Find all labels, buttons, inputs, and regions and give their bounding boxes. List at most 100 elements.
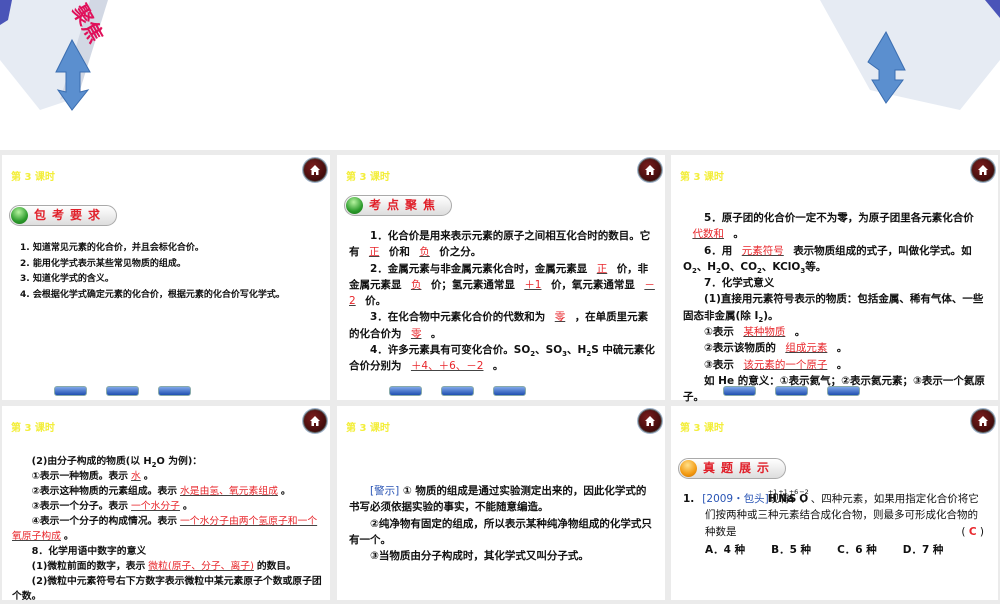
home-icon (310, 416, 320, 426)
slide-body: [警示] ① 物质的组成是通过实验测定出来的，因此化学式的书写必须依据实验的事实… (349, 483, 655, 564)
paragraph: 8．化学用语中数字的意义 (12, 544, 322, 559)
paragraph: ③表示 该元素的一个原子。 (683, 357, 988, 373)
option[interactable]: B．5 种 (771, 542, 811, 558)
answer-value: C (968, 525, 977, 538)
nav-button[interactable] (441, 386, 474, 396)
paragraph: ④表示一个分子的构成情况。表示 一个水分子由两个氢原子和一个氧原子构成。 (12, 514, 322, 544)
paragraph: 7．化学式意义 (683, 275, 988, 291)
text-segment: ③表示 (704, 358, 734, 371)
text-segment: 。 (733, 228, 744, 241)
text-segment: 8．化学用语中数字的意义 (31, 546, 147, 557)
text-segment: 。 (794, 326, 806, 339)
text-segment: 的数目。 (256, 561, 297, 572)
text-segment: 。 (280, 486, 291, 497)
text-segment: (1)直接用元素符号表示的物质：包括金属、稀有气体、一些固态非金属(除 I (683, 293, 984, 322)
text-segment: 、KClO (761, 260, 801, 273)
text-segment: 价，氧元素通常显 (550, 278, 635, 291)
badge-label: 考点聚焦 (369, 198, 442, 212)
option[interactable]: C．6 种 (837, 542, 877, 558)
text-segment: (2)由分子构成的物质(以 H (31, 456, 152, 467)
title-banner: 聚焦 (0, 0, 1000, 150)
slide-panel: 第 3 课时 真题展示 1. [2009・包头]现有 +1 H、 +1 Na、 +6 S、 −2 O 四… (671, 406, 998, 600)
nav-button[interactable] (723, 386, 756, 396)
nav-button[interactable] (775, 386, 808, 396)
answer-blank: 正 (596, 262, 608, 275)
answer-blank: 零 (410, 327, 422, 340)
nav-button[interactable] (54, 386, 87, 396)
answer-options: A．4 种 B．5 种 C．6 种 D．7 种 (683, 542, 988, 558)
question-number: 1. (683, 493, 695, 505)
slide-panel: 第 3 课时 5．原子团的化合价一定不为零，为原子团里各元素化合价代数和。 6．用元… (671, 155, 998, 403)
warning-tag: [警示] (370, 485, 400, 497)
question-source: [2009・包头] (702, 493, 769, 505)
text-segment: 价。 (365, 295, 387, 308)
text-segment: ①表示一种物质。表示 (31, 471, 129, 482)
home-icon (645, 165, 655, 175)
home-button[interactable] (638, 158, 662, 182)
home-button[interactable] (303, 409, 327, 433)
slide-nav (389, 386, 526, 396)
answer-blank: 一个水分子 (131, 501, 180, 512)
answer-blank: 组成元素 (785, 342, 828, 355)
paragraph: (1)微粒前面的数字，表示 微粒(原子、分子、离子) 的数目。 (12, 559, 322, 574)
home-icon (978, 416, 988, 426)
nav-button[interactable] (158, 386, 191, 396)
text-segment: O、CO (720, 260, 758, 273)
list-item: 1. 知道常见元素的化合价，并且会标化合价。 (20, 243, 204, 253)
text-segment: 价和 (388, 246, 410, 259)
text-segment: (2)微粒中元素符号右下方数字表示微粒中某元素原子个数或原子团个数。 (12, 576, 322, 602)
paragraph: 2．金属元素与非金属元素化合时，金属元素显正价，非金属元素显负价；氢元素通常显＋… (349, 261, 655, 310)
lesson-label: 第 3 课时 (680, 423, 724, 434)
separator: 、 (810, 493, 822, 505)
text-segment: 5．原子团的化合价一定不为零，为原子团里各元素化合价 (704, 212, 974, 224)
answer-blank: ＋1 (524, 278, 542, 291)
list-item: 2. 能用化学式表示某些常见物质的组成。 (20, 258, 186, 269)
home-button[interactable] (303, 158, 327, 182)
option[interactable]: A．4 种 (705, 542, 745, 558)
slide-nav (54, 386, 191, 396)
text-segment: 。 (836, 358, 848, 371)
home-button[interactable] (971, 409, 995, 433)
text-segment: 。 (430, 327, 442, 340)
text-segment: ③当物质由分子构成时，其化学式又叫分子式。 (370, 550, 589, 563)
lesson-label: 第 3 课时 (11, 172, 55, 183)
badge-ball-icon (346, 197, 363, 214)
section-badge: 考点聚焦 (344, 195, 453, 216)
text-segment: 。 (63, 531, 74, 542)
text-segment: 。 (836, 342, 848, 355)
text-segment: ③表示一个分子。表示 (31, 501, 129, 512)
slide-panel: 第 3 课时包考要求 1. 知道常见元素的化合价，并且会标化合价。 2. 能用化学式… (2, 155, 330, 400)
text-segment: 7．化学式意义 (704, 277, 775, 290)
answer-blank: 该元素的一个原子 (743, 358, 828, 371)
paragraph: 3．在化合物中元素化合价的代数和为零，在单质里元素的化合价为零。 (349, 309, 655, 342)
nav-button[interactable] (493, 386, 526, 396)
home-button[interactable] (971, 158, 995, 182)
paragraph: 6．用 元素符号 表示物质组成的式子，叫做化学式。如 O2、H2O、CO2、KClO… (683, 243, 988, 276)
home-button[interactable] (638, 409, 662, 433)
answer-blank: 某种物质 (743, 326, 786, 339)
lesson-label: 第 3 课时 (346, 172, 390, 183)
paragraph: ②表示这种物质的元素组成。表示 水是由氢、氧元素组成。 (12, 484, 322, 499)
text-segment: )。 (763, 309, 779, 322)
answer-blank: 水 (131, 471, 141, 482)
home-icon (978, 165, 988, 175)
nav-button[interactable] (106, 386, 139, 396)
text-segment: ②纯净物有固定的组成，所以表示某种纯净物组成的化学式只有一个。 (349, 517, 652, 546)
text-segment: 3．在化合物中元素化合价的代数和为 (370, 311, 546, 324)
text-segment: 等。 (805, 260, 827, 273)
slide-body: 5．原子团的化合价一定不为零，为原子团里各元素化合价代数和。 6．用 元素符号 表示物… (683, 210, 988, 406)
text-segment: 。 (492, 360, 504, 373)
nav-button[interactable] (827, 386, 860, 396)
nav-button[interactable] (389, 386, 422, 396)
slide-nav (723, 386, 860, 396)
badge-label: 包考要求 (34, 208, 107, 222)
text-segment: ②表示这种物质的元素组成。表示 (31, 486, 178, 497)
text-segment: 。 (143, 471, 154, 482)
option[interactable]: D．7 种 (903, 542, 944, 558)
answer-blank: 元素符号 (741, 244, 784, 257)
text-segment: 、H (696, 260, 717, 273)
section-badge: 真题展示 (678, 458, 787, 479)
answer-blank: ＋4、＋6、－2 (410, 360, 484, 373)
banner-decoration: 聚焦 (0, 0, 1000, 111)
answer-blank: 负 (410, 278, 422, 291)
